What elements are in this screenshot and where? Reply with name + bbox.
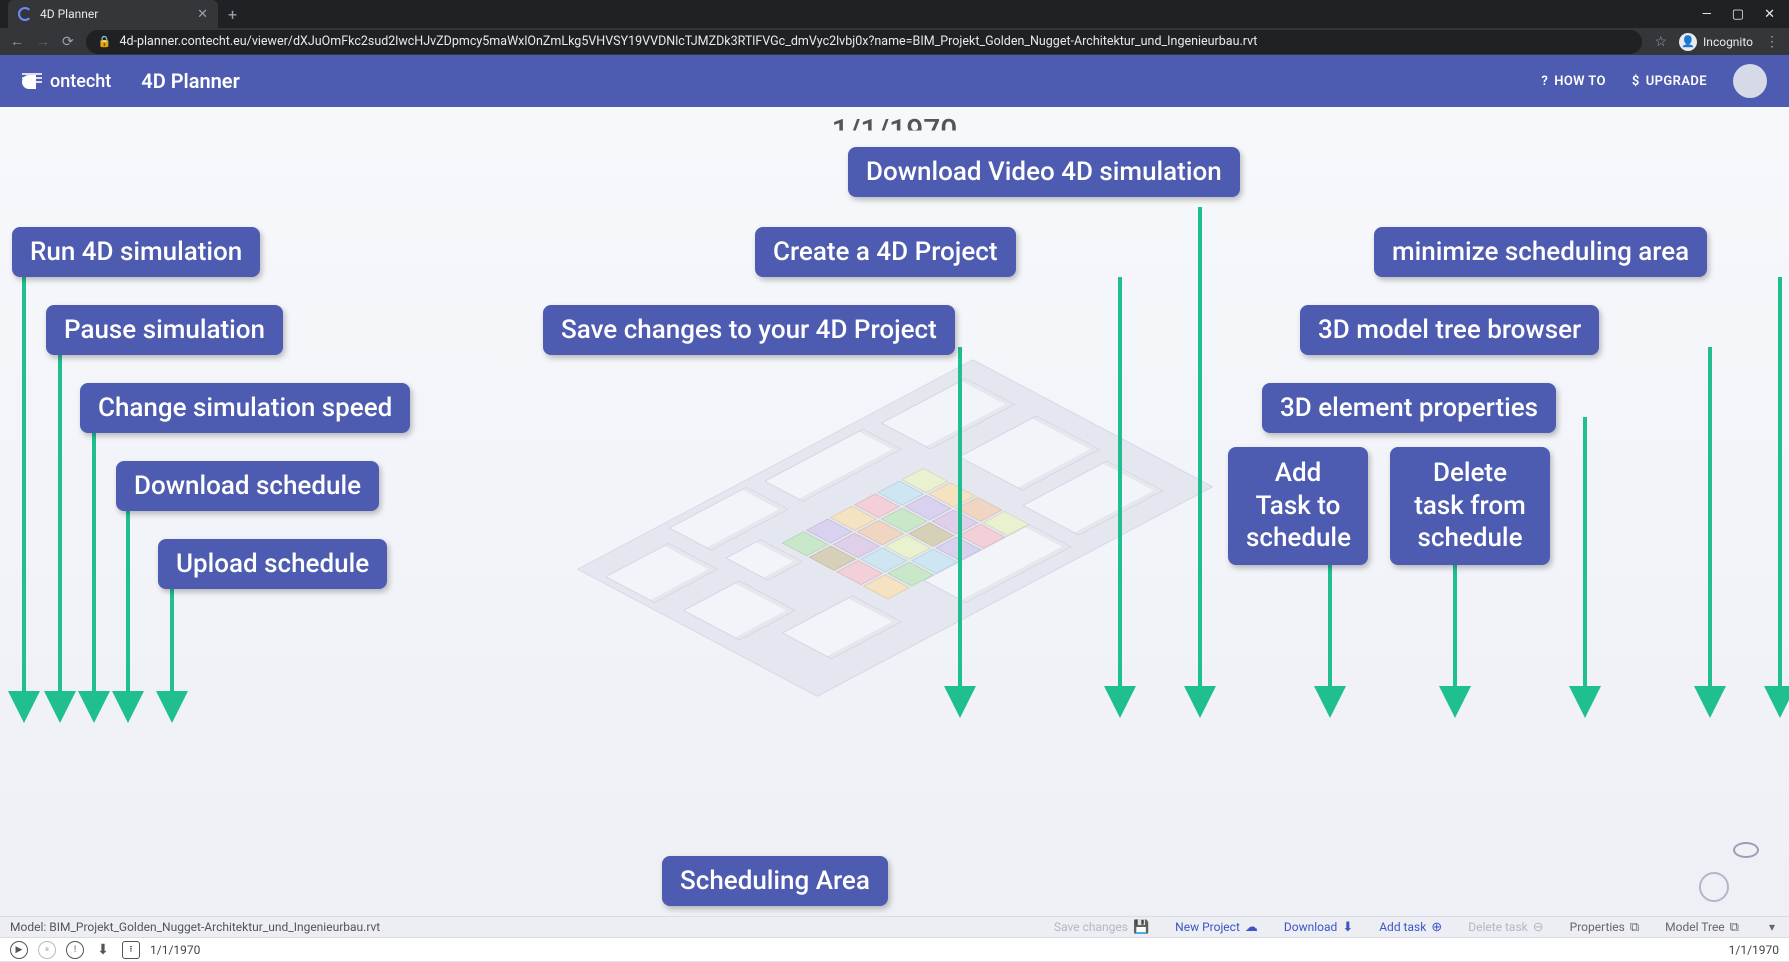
add-task-label: Add task (1379, 920, 1426, 934)
tree-icon: ⧉ (1730, 920, 1739, 935)
brand-text: ontecht (50, 71, 111, 92)
callout-pause-simulation: Pause simulation (46, 305, 283, 355)
tab-row: 4D Planner ✕ + — ▢ ✕ (0, 0, 1789, 28)
callout-upload-schedule: Upload schedule (158, 539, 387, 589)
close-tab-button[interactable]: ✕ (197, 7, 208, 22)
callout-tree-browser: 3D model tree browser (1300, 305, 1599, 355)
save-icon: 💾 (1133, 920, 1149, 935)
callout-download-video: Download Video 4D simulation (848, 147, 1240, 197)
window-controls: — ▢ ✕ (1702, 7, 1789, 22)
save-changes-button[interactable]: Save changes 💾 (1054, 920, 1149, 935)
browser-tab[interactable]: 4D Planner ✕ (8, 0, 218, 28)
new-tab-button[interactable]: + (218, 5, 247, 24)
model-tree-label: Model Tree (1665, 920, 1725, 934)
avatar[interactable] (1733, 64, 1767, 98)
model-tree-button[interactable]: Model Tree ⧉ (1665, 920, 1739, 935)
incognito-icon: 👤 (1679, 33, 1697, 51)
app-header: ontecht 4D Planner ? HOW TO $ UPGRADE (0, 55, 1789, 107)
help-icon: ? (1541, 74, 1548, 89)
play-button[interactable]: ▶ (10, 941, 28, 959)
delete-task-button[interactable]: Delete task ⊖ (1468, 920, 1543, 935)
url-text: 4d-planner.contecht.eu/viewer/dXJuOmFkc2… (119, 34, 1257, 49)
model-label: Model: BIM_Projekt_Golden_Nugget-Archite… (10, 920, 380, 934)
pause-button[interactable]: ⏸ (38, 941, 56, 959)
forward-button[interactable]: → (36, 33, 50, 50)
upload-schedule-button[interactable]: ⭱ (122, 941, 140, 959)
view-cube-widget[interactable] (1699, 842, 1759, 902)
plus-circle-icon: ⊕ (1431, 920, 1442, 935)
lock-icon: 🔒 (98, 35, 112, 48)
callout-download-schedule: Download schedule (116, 461, 379, 511)
brand-logo[interactable]: ontecht (22, 71, 111, 92)
callout-change-speed: Change simulation speed (80, 383, 410, 433)
maximize-window-button[interactable]: ▢ (1732, 7, 1744, 22)
new-project-label: New Project (1175, 920, 1240, 934)
incognito-indicator: 👤 Incognito (1679, 33, 1753, 51)
how-to-button[interactable]: ? HOW TO (1541, 74, 1605, 89)
browser-menu-button[interactable]: ⋮ (1765, 34, 1779, 50)
model-filename: BIM_Projekt_Golden_Nugget-Architektur_un… (49, 920, 380, 934)
close-window-button[interactable]: ✕ (1764, 7, 1775, 22)
dollar-icon: $ (1632, 74, 1640, 89)
collapse-scheduling-button[interactable]: ▾ (1765, 920, 1779, 934)
new-project-button[interactable]: New Project ☁ (1175, 920, 1258, 935)
download-schedule-button[interactable]: ⬇ (94, 941, 112, 959)
bookmark-star-icon[interactable]: ☆ (1654, 34, 1667, 50)
address-bar[interactable]: 🔒 4d-planner.contecht.eu/viewer/dXJuOmFk… (86, 30, 1643, 54)
compass-icon (1699, 872, 1729, 902)
reload-button[interactable]: ⟳ (62, 34, 74, 50)
callout-run-simulation: Run 4D simulation (12, 227, 260, 277)
address-row: ← → ⟳ 🔒 4d-planner.contecht.eu/viewer/dX… (0, 28, 1789, 55)
add-task-button[interactable]: Add task ⊕ (1379, 920, 1442, 935)
eye-icon (1733, 842, 1759, 858)
browser-chrome: 4D Planner ✕ + — ▢ ✕ ← → ⟳ 🔒 4d-planner.… (0, 0, 1789, 55)
download-icon: ⬇ (1342, 920, 1353, 935)
callout-minimize-area: minimize scheduling area (1374, 227, 1707, 277)
download-button[interactable]: Download ⬇ (1284, 920, 1353, 935)
incognito-label: Incognito (1703, 35, 1753, 49)
minimize-window-button[interactable]: — (1702, 7, 1712, 22)
download-label: Download (1284, 920, 1337, 934)
timeline-start-date: 1/1/1970 (150, 943, 200, 957)
back-button[interactable]: ← (10, 33, 24, 50)
upgrade-label: UPGRADE (1646, 74, 1707, 89)
delete-task-label: Delete task (1468, 920, 1528, 934)
how-to-label: HOW TO (1554, 74, 1606, 89)
favicon-icon (18, 7, 32, 21)
timeline-end-date: 1/1/1970 (1729, 943, 1779, 957)
callout-scheduling-area: Scheduling Area (662, 856, 888, 906)
callout-save-changes: Save changes to your 4D Project (543, 305, 955, 355)
properties-label: Properties (1570, 920, 1625, 934)
properties-button[interactable]: Properties ⧉ (1570, 920, 1640, 935)
properties-icon: ⧉ (1630, 920, 1639, 935)
app-title: 4D Planner (141, 69, 240, 93)
callout-create-project: Create a 4D Project (755, 227, 1016, 277)
upgrade-button[interactable]: $ UPGRADE (1632, 74, 1707, 89)
model-actions-bar: Model: BIM_Projekt_Golden_Nugget-Archite… (0, 916, 1789, 938)
minus-circle-icon: ⊖ (1533, 920, 1544, 935)
model-3d (576, 359, 1212, 696)
timeline-bar: ▶ ⏸ ! ⬇ ⭱ 1/1/1970 1/1/1970 (0, 938, 1789, 962)
callout-delete-task: Delete task from schedule (1390, 447, 1550, 565)
viewer-date-overlay: 1/1/1970 (832, 113, 958, 148)
speed-button[interactable]: ! (66, 941, 84, 959)
callout-add-task: Add Task to schedule (1228, 447, 1368, 565)
brand-glyph-icon (22, 71, 44, 91)
tab-title: 4D Planner (40, 7, 189, 21)
save-changes-label: Save changes (1054, 920, 1128, 934)
cloud-icon: ☁ (1245, 920, 1258, 935)
header-actions: ? HOW TO $ UPGRADE (1541, 64, 1767, 98)
callout-element-properties: 3D element properties (1262, 383, 1556, 433)
viewer-canvas[interactable]: 1/1/1970 (0, 107, 1789, 916)
